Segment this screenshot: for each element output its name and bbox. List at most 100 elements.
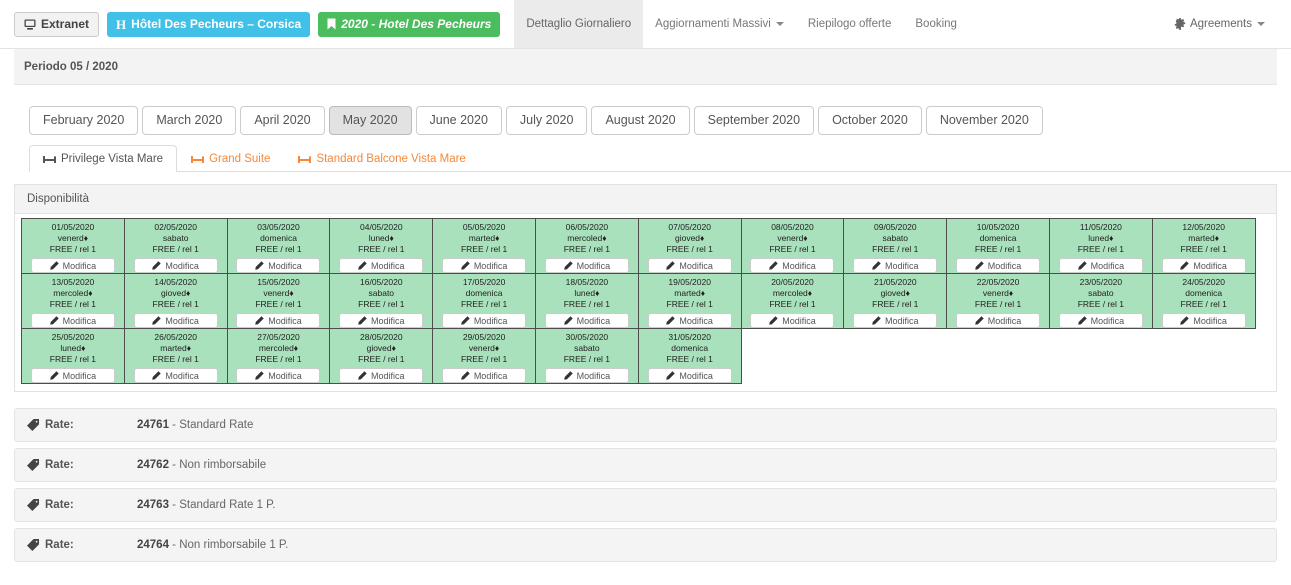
month-button-july[interactable]: July 2020 xyxy=(505,106,588,135)
day-date: 26/05/2020 xyxy=(154,332,197,342)
modifica-button[interactable]: Modifica xyxy=(1058,258,1143,273)
rate-label-text: Rate: xyxy=(45,499,74,511)
rate-name: Non rimborsabile xyxy=(179,459,267,471)
day-cell: 16/05/2020 sabato FREE / rel 1 Modifica xyxy=(329,273,434,329)
day-cell: 09/05/2020 sabato FREE / rel 1 Modifica xyxy=(843,218,948,274)
rates-list: Rate: 24761 - Standard Rate Rate: 24762 … xyxy=(14,408,1277,562)
modifica-button[interactable]: Modifica xyxy=(442,258,527,273)
bed-icon xyxy=(298,154,312,164)
hotel-badge[interactable]: H Hôtel Des Pecheurs – Corsica xyxy=(107,11,311,37)
modifica-button[interactable]: Modifica xyxy=(30,368,115,383)
modifica-button[interactable]: Modifica xyxy=(339,368,424,383)
month-button-march[interactable]: March 2020 xyxy=(142,106,237,135)
pencil-icon xyxy=(461,371,470,380)
extranet-button[interactable]: Extranet xyxy=(14,11,100,37)
day-weekday: marted♦ xyxy=(1188,233,1220,243)
modifica-button[interactable]: Modifica xyxy=(544,368,629,383)
modifica-button[interactable]: Modifica xyxy=(133,368,218,383)
rate-row[interactable]: Rate: 24763 - Standard Rate 1 P. xyxy=(14,488,1277,522)
modifica-button[interactable]: Modifica xyxy=(544,258,629,273)
modifica-button[interactable]: Modifica xyxy=(133,258,218,273)
rate-value: 24762 - Non rimborsabile xyxy=(137,459,266,471)
month-button-may[interactable]: May 2020 xyxy=(328,106,412,135)
day-date: 02/05/2020 xyxy=(154,222,197,232)
room-tab-privilege-vista-mare[interactable]: Privilege Vista Mare xyxy=(29,145,178,172)
modifica-button[interactable]: Modifica xyxy=(956,258,1041,273)
day-date: 23/05/2020 xyxy=(1079,277,1123,287)
modifica-button-label: Modifica xyxy=(885,315,919,326)
rate-code: 24763 xyxy=(137,499,169,511)
day-date: 21/05/2020 xyxy=(874,277,917,287)
modifica-button[interactable]: Modifica xyxy=(853,313,938,328)
modifica-button-label: Modifica xyxy=(268,315,302,326)
calendar-row: 01/05/2020 venerd♦ FREE / rel 1 Modifica 02/… xyxy=(21,218,1270,274)
month-button-august[interactable]: August 2020 xyxy=(591,106,690,135)
modifica-button[interactable]: Modifica xyxy=(853,258,938,273)
day-date: 18/05/2020 xyxy=(565,277,609,287)
navbar-menu: Dettaglio Giornaliero Aggiornamenti Mass… xyxy=(514,0,969,48)
month-button-june[interactable]: June 2020 xyxy=(415,106,502,135)
day-weekday: domenica xyxy=(979,233,1017,243)
day-date: 08/05/2020 xyxy=(771,222,814,232)
month-button-february[interactable]: February 2020 xyxy=(29,106,139,135)
modifica-button[interactable]: Modifica xyxy=(236,258,321,273)
nav-item-booking[interactable]: Booking xyxy=(903,0,969,48)
month-button-october[interactable]: October 2020 xyxy=(818,106,922,135)
day-status: FREE / rel 1 xyxy=(358,244,405,254)
modifica-button[interactable]: Modifica xyxy=(956,313,1041,328)
nav-item-dettaglio-giornaliero[interactable]: Dettaglio Giornaliero xyxy=(514,0,644,48)
modifica-button[interactable]: Modifica xyxy=(647,368,732,383)
modifica-button-label: Modifica xyxy=(268,260,302,271)
modifica-button-label: Modifica xyxy=(473,370,508,381)
rate-row[interactable]: Rate: 24762 - Non rimborsabile xyxy=(14,448,1277,482)
nav-item-aggiornamenti-massivi[interactable]: Aggiornamenti Massivi xyxy=(643,0,796,48)
modifica-button[interactable]: Modifica xyxy=(750,258,835,273)
day-weekday: mercoled♦ xyxy=(53,288,93,298)
modifica-button[interactable]: Modifica xyxy=(339,258,424,273)
day-date: 20/05/2020 xyxy=(771,277,814,287)
room-tab-standard-balcone-vista-mare[interactable]: Standard Balcone Vista Mare xyxy=(284,145,479,172)
modifica-button[interactable]: Modifica xyxy=(133,313,218,328)
year-badge[interactable]: 2020 - Hotel Des Pecheurs xyxy=(318,11,501,37)
month-button-september[interactable]: September 2020 xyxy=(693,106,815,135)
day-weekday: venerd♦ xyxy=(777,233,808,243)
modifica-button[interactable]: Modifica xyxy=(339,313,424,328)
day-date: 27/05/2020 xyxy=(257,332,300,342)
rate-row[interactable]: Rate: 24764 - Non rimborsabile 1 P. xyxy=(14,528,1277,562)
rate-value: 24764 - Non rimborsabile 1 P. xyxy=(137,539,288,551)
modifica-button[interactable]: Modifica xyxy=(236,368,321,383)
day-date: 16/05/2020 xyxy=(360,277,403,287)
modifica-button[interactable]: Modifica xyxy=(647,313,732,328)
day-weekday: venerd♦ xyxy=(263,288,294,298)
pencil-icon xyxy=(563,261,573,270)
modifica-button[interactable]: Modifica xyxy=(1161,258,1246,273)
modifica-button[interactable]: Modifica xyxy=(236,313,321,328)
modifica-button[interactable]: Modifica xyxy=(30,258,115,273)
modifica-button[interactable]: Modifica xyxy=(30,313,115,328)
day-status: FREE / rel 1 xyxy=(49,244,97,254)
modifica-button-label: Modifica xyxy=(782,315,816,326)
month-button-april[interactable]: April 2020 xyxy=(240,106,325,135)
day-weekday: venerd♦ xyxy=(468,343,500,353)
modifica-button-label: Modifica xyxy=(782,260,816,271)
day-cell: 26/05/2020 marted♦ FREE / rel 1 Modifica xyxy=(123,328,228,384)
day-cell: 22/05/2020 venerd♦ FREE / rel 1 Modifica xyxy=(946,273,1050,329)
nav-item-riepilogo-offerte[interactable]: Riepilogo offerte xyxy=(796,0,904,48)
modifica-button[interactable]: Modifica xyxy=(1058,313,1143,328)
modifica-button-label: Modifica xyxy=(371,370,405,381)
modifica-button[interactable]: Modifica xyxy=(647,258,732,273)
day-cell: 15/05/2020 venerd♦ FREE / rel 1 Modifica xyxy=(226,273,331,329)
day-date: 06/05/2020 xyxy=(565,222,609,232)
room-tab-grand-suite[interactable]: Grand Suite xyxy=(177,145,284,172)
pencil-icon xyxy=(152,316,162,325)
agreements-menu[interactable]: Agreements xyxy=(1162,18,1277,30)
modifica-button[interactable]: Modifica xyxy=(442,368,527,383)
modifica-button[interactable]: Modifica xyxy=(750,313,835,328)
modifica-button[interactable]: Modifica xyxy=(442,313,527,328)
modifica-button[interactable]: Modifica xyxy=(544,313,629,328)
modifica-button[interactable]: Modifica xyxy=(1161,313,1246,328)
rate-row[interactable]: Rate: 24761 - Standard Rate xyxy=(14,408,1277,442)
month-button-november[interactable]: November 2020 xyxy=(925,106,1043,135)
day-weekday: mercoled♦ xyxy=(258,343,299,353)
day-weekday: marted♦ xyxy=(160,343,192,353)
